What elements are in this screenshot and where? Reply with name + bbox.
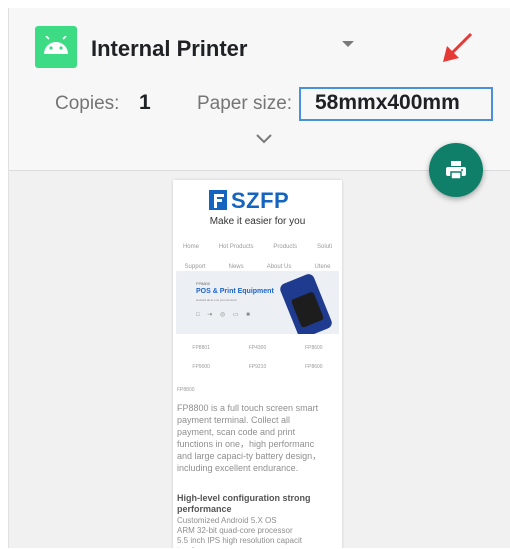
print-dialog: Internal Printer Copies: 1 Paper size: 5… [8,8,510,548]
preview-nav-item: Utene [314,264,331,270]
preview-model-item: FP8600 [305,364,323,370]
banner-title: POS & Print Equipment [196,288,274,295]
preview-nav-item: Hot Products [218,244,254,250]
preview-nav-item: News [228,264,244,270]
preview-model-row-2: FP9000 FP9210 FP8600 [173,364,342,370]
print-button[interactable] [429,143,483,197]
paper-size-value[interactable]: 58mmx400mm [315,91,460,115]
copies-label: Copies: [55,93,120,114]
banner-feature-icons: □ ⇥ ◎ ▭ ■ [196,312,253,318]
printer-name[interactable]: Internal Printer [91,36,247,62]
preview-slogan: Make it easier for you [209,216,306,227]
android-icon [35,26,77,68]
print-options-header: Internal Printer Copies: 1 Paper size: 5… [9,8,510,170]
preview-nav-row-1: Home Hot Products Products Soluti [173,244,342,250]
print-icon [446,161,466,180]
preview-nav-item: Home [182,244,199,250]
print-preview-page[interactable]: SZFP Make it easier for you Home Hot Pro… [173,180,342,548]
dropdown-arrow-icon[interactable] [342,41,354,47]
preview-model-item: FP8600 [305,345,323,351]
paper-size-label: Paper size: [197,93,293,114]
pos-terminal-image [278,272,334,334]
preview-model-item: FP8801 [192,345,210,351]
banner-model: FP8800 [196,281,211,286]
szfp-logo-icon [209,190,227,210]
preview-description: FP8800 is a full touch screen smart paym… [177,403,322,473]
preview-nav-item: Soluti [317,244,333,250]
preview-feature-title: High-level configuration strong performa… [177,493,311,514]
preview-nav-row-2: Support News About Us Utene [173,264,342,270]
preview-nav-item: About Us [266,264,292,270]
preview-nav-item: Support [184,264,206,270]
red-arrow-icon [443,32,473,62]
preview-nav-item: Products [273,244,298,250]
preview-model-item: FP9210 [248,364,267,370]
preview-model-item: FP4300 [248,345,267,351]
preview-model-row-1: FP8801 FP4300 FP8600 [173,345,342,351]
preview-product-label: FP8800 [177,387,195,393]
copies-value[interactable]: 1 [139,91,151,115]
preview-banner: FP8800 POS & Print Equipment android all… [176,271,339,334]
preview-logo-text: SZFP [231,188,290,213]
banner-subtitle: android all-in-one pos terminal [196,298,237,302]
preview-model-item: FP9000 [192,364,210,370]
chevron-down-icon[interactable] [255,133,273,145]
preview-feature-description: Customized Android 5.X OS ARM 32-bit qua… [177,516,302,548]
